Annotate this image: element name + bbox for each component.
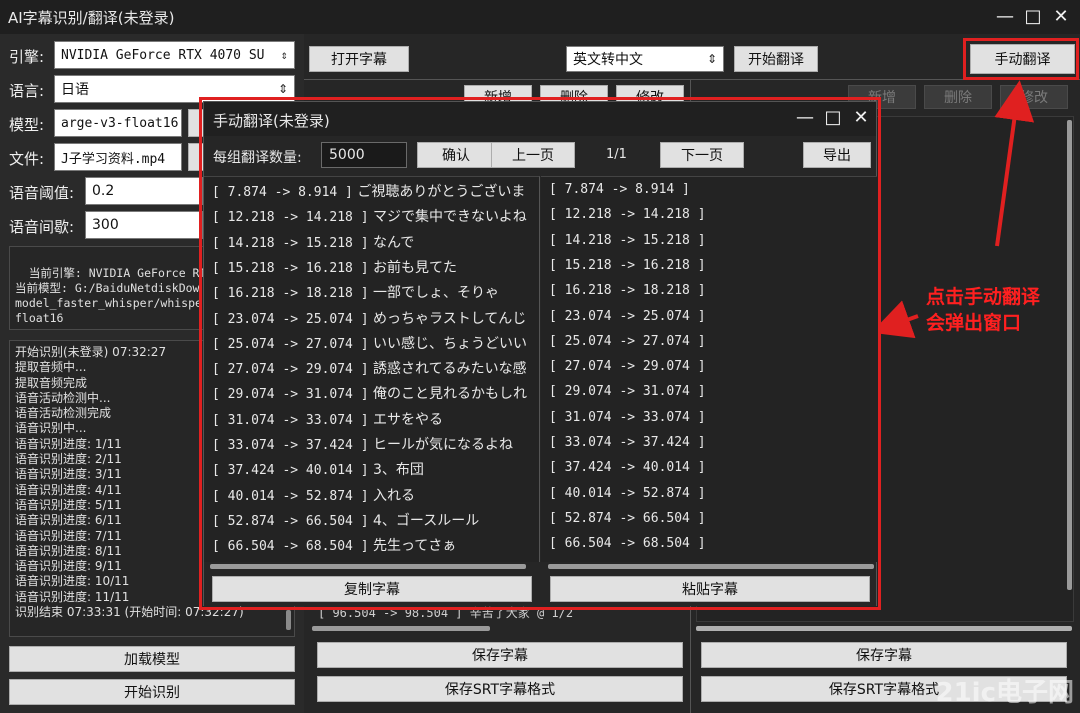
model-field[interactable]: arge-v3-float16 <box>54 109 182 137</box>
engine-label: 引擎: <box>9 48 45 66</box>
threshold-input[interactable]: 0.2 <box>85 177 203 205</box>
main-titlebar: AI字幕识别/翻译(未登录) — □ ✕ <box>0 0 1080 34</box>
annotation-text: 点击手动翻译 会弹出窗口 <box>926 284 1040 336</box>
translate-direction-value: 英文转中文 <box>573 52 643 68</box>
load-model-button[interactable]: 加载模型 <box>9 646 295 672</box>
maximize-icon[interactable]: □ <box>1022 6 1044 27</box>
file-field[interactable]: J子学习资料.mp4 <box>54 143 182 171</box>
info-text: 当前引擎: NVIDIA GeForce RTX 当前模型: G:/BaiduN… <box>15 266 213 325</box>
mid-list-hscrollbar[interactable] <box>312 626 490 631</box>
engine-select-value: NVIDIA GeForce RTX 4070 SU <box>61 47 265 63</box>
chevron-updown-icon: ⇕ <box>277 82 288 96</box>
model-label: 模型: <box>9 116 45 134</box>
minimize-icon[interactable]: — <box>994 6 1016 27</box>
watermark-logo: 21ic电子网 <box>935 678 1074 708</box>
threshold-label: 语音阈值: <box>9 184 75 202</box>
dialog-highlight-box <box>199 97 881 610</box>
start-recognize-button[interactable]: 开始识别 <box>9 679 295 705</box>
annotation-line1: 点击手动翻译 <box>926 286 1041 308</box>
chevron-updown-icon: ⇕ <box>706 52 717 66</box>
threshold-value: 0.2 <box>92 183 115 199</box>
file-label: 文件: <box>9 150 45 168</box>
close-icon[interactable]: ✕ <box>1050 6 1072 27</box>
mid-save-srt-button[interactable]: 保存SRT字幕格式 <box>317 676 683 702</box>
log-scrollbar[interactable] <box>286 610 291 630</box>
engine-select[interactable]: NVIDIA GeForce RTX 4070 SU ⇕ <box>54 41 295 69</box>
interval-value: 300 <box>92 217 119 233</box>
right-save-button[interactable]: 保存字幕 <box>701 642 1067 668</box>
language-label: 语言: <box>9 82 45 100</box>
language-select-value: 日语 <box>61 82 89 98</box>
file-field-value: J子学习资料.mp4 <box>61 151 166 167</box>
window-title: AI字幕识别/翻译(未登录) <box>8 9 175 27</box>
chevron-updown-icon: ⇕ <box>280 48 288 62</box>
start-translate-button[interactable]: 开始翻译 <box>734 46 818 72</box>
interval-label: 语音间歇: <box>9 218 75 236</box>
annotation-line2: 会弹出窗口 <box>926 312 1022 334</box>
translate-direction-select[interactable]: 英文转中文 ⇕ <box>566 46 724 72</box>
interval-input[interactable]: 300 <box>85 211 203 239</box>
right-list-hscrollbar[interactable] <box>696 626 1072 631</box>
open-subtitle-button[interactable]: 打开字幕 <box>309 46 409 72</box>
model-field-value: arge-v3-float16 <box>61 115 179 131</box>
mid-save-button[interactable]: 保存字幕 <box>317 642 683 668</box>
